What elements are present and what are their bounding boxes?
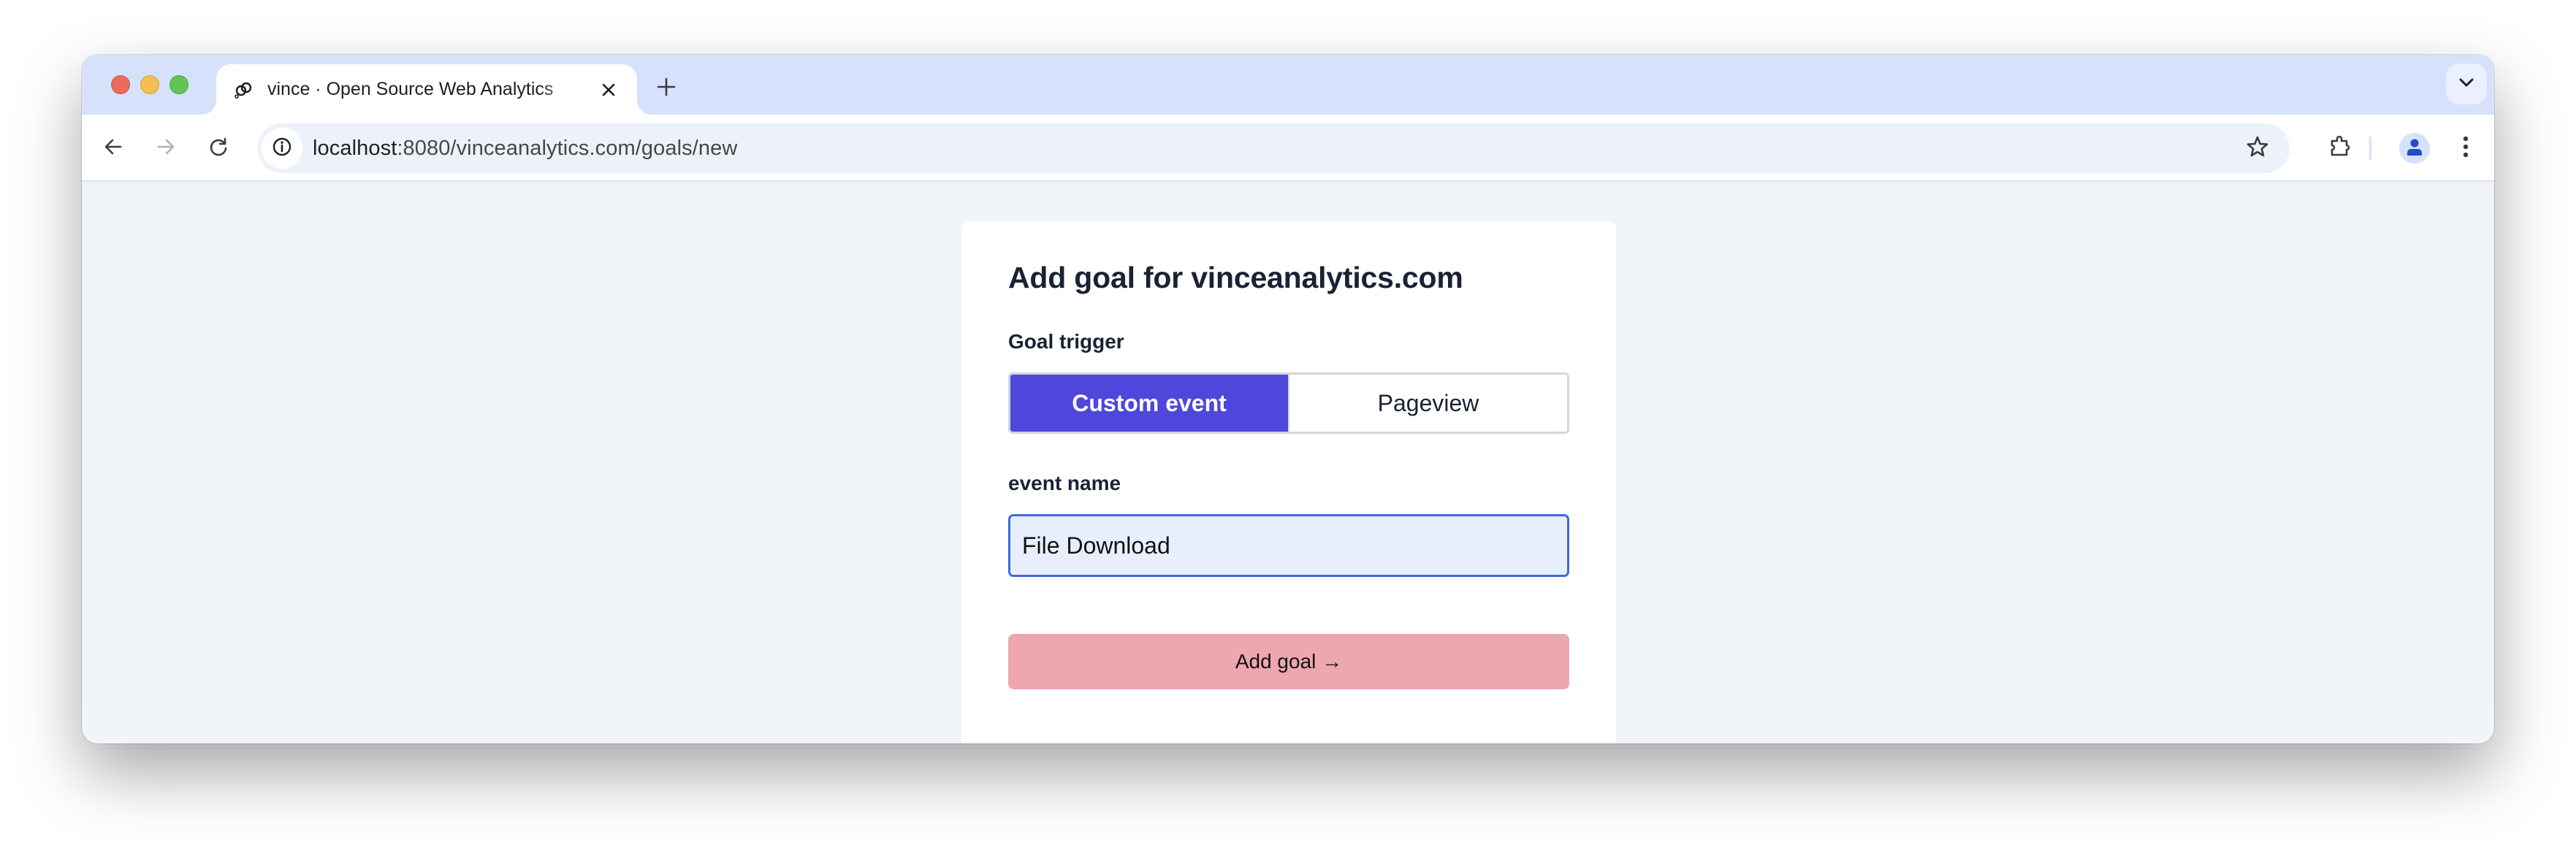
browser-toolbar: localhost:8080/vinceanalytics.com/goals/…	[82, 115, 2494, 182]
toolbar-divider	[2369, 137, 2371, 160]
plus-icon[interactable]	[652, 72, 681, 102]
url-text: localhost:8080/vinceanalytics.com/goals/…	[313, 137, 737, 161]
event-name-label: event name	[1008, 472, 1121, 494]
address-bar[interactable]: localhost:8080/vinceanalytics.com/goals/…	[257, 123, 2290, 173]
browser-tab-active[interactable]: vince · Open Source Web Analytics	[216, 64, 637, 115]
puzzle-icon	[2328, 134, 2352, 163]
pageview-option[interactable]: Pageview	[1288, 375, 1567, 432]
bookmark-button[interactable]	[2241, 132, 2274, 164]
url-path: :8080/vinceanalytics.com/goals/new	[397, 136, 738, 160]
arrow-left-icon	[103, 137, 123, 161]
maximize-window-button[interactable]	[169, 75, 188, 94]
browser-window: vince · Open Source Web Analytics localh…	[82, 55, 2494, 743]
minimize-window-button[interactable]	[140, 75, 159, 94]
url-host: localhost	[313, 136, 397, 160]
reload-icon	[208, 137, 229, 161]
custom-event-option[interactable]: Custom event	[1010, 375, 1288, 432]
page-content: Add goal for vinceanalytics.com Goal tri…	[82, 182, 2494, 743]
profile-button[interactable]	[2398, 131, 2431, 165]
forward-button[interactable]	[149, 131, 183, 165]
vince-logo-icon	[232, 79, 254, 101]
close-window-button[interactable]	[111, 75, 130, 94]
back-button[interactable]	[96, 131, 130, 165]
goal-trigger-toggle: Custom event Pageview	[1008, 372, 1569, 434]
browser-menu-button[interactable]	[2449, 131, 2482, 165]
window-controls	[111, 75, 188, 94]
tab-title: vince · Open Source Web Analytics	[267, 79, 554, 99]
reload-button[interactable]	[202, 131, 235, 165]
arrow-right-icon	[156, 137, 176, 161]
person-icon	[2405, 137, 2424, 160]
info-icon	[272, 137, 292, 161]
page-title: Add goal for vinceanalytics.com	[1008, 261, 1463, 294]
star-icon	[2246, 135, 2269, 162]
kebab-menu-icon	[2462, 135, 2469, 162]
site-info-button[interactable]	[262, 128, 302, 169]
goal-trigger-label: Goal trigger	[1008, 330, 1124, 353]
add-goal-card: Add goal for vinceanalytics.com Goal tri…	[961, 221, 1616, 743]
event-name-input[interactable]	[1008, 514, 1569, 577]
extensions-button[interactable]	[2323, 131, 2357, 165]
chevron-down-icon	[2458, 77, 2474, 91]
tab-search-button[interactable]	[2446, 64, 2487, 104]
avatar	[2399, 133, 2430, 164]
close-icon[interactable]	[596, 77, 621, 102]
tab-strip: vince · Open Source Web Analytics	[82, 55, 2494, 115]
add-goal-button[interactable]: Add goal →	[1008, 634, 1569, 689]
